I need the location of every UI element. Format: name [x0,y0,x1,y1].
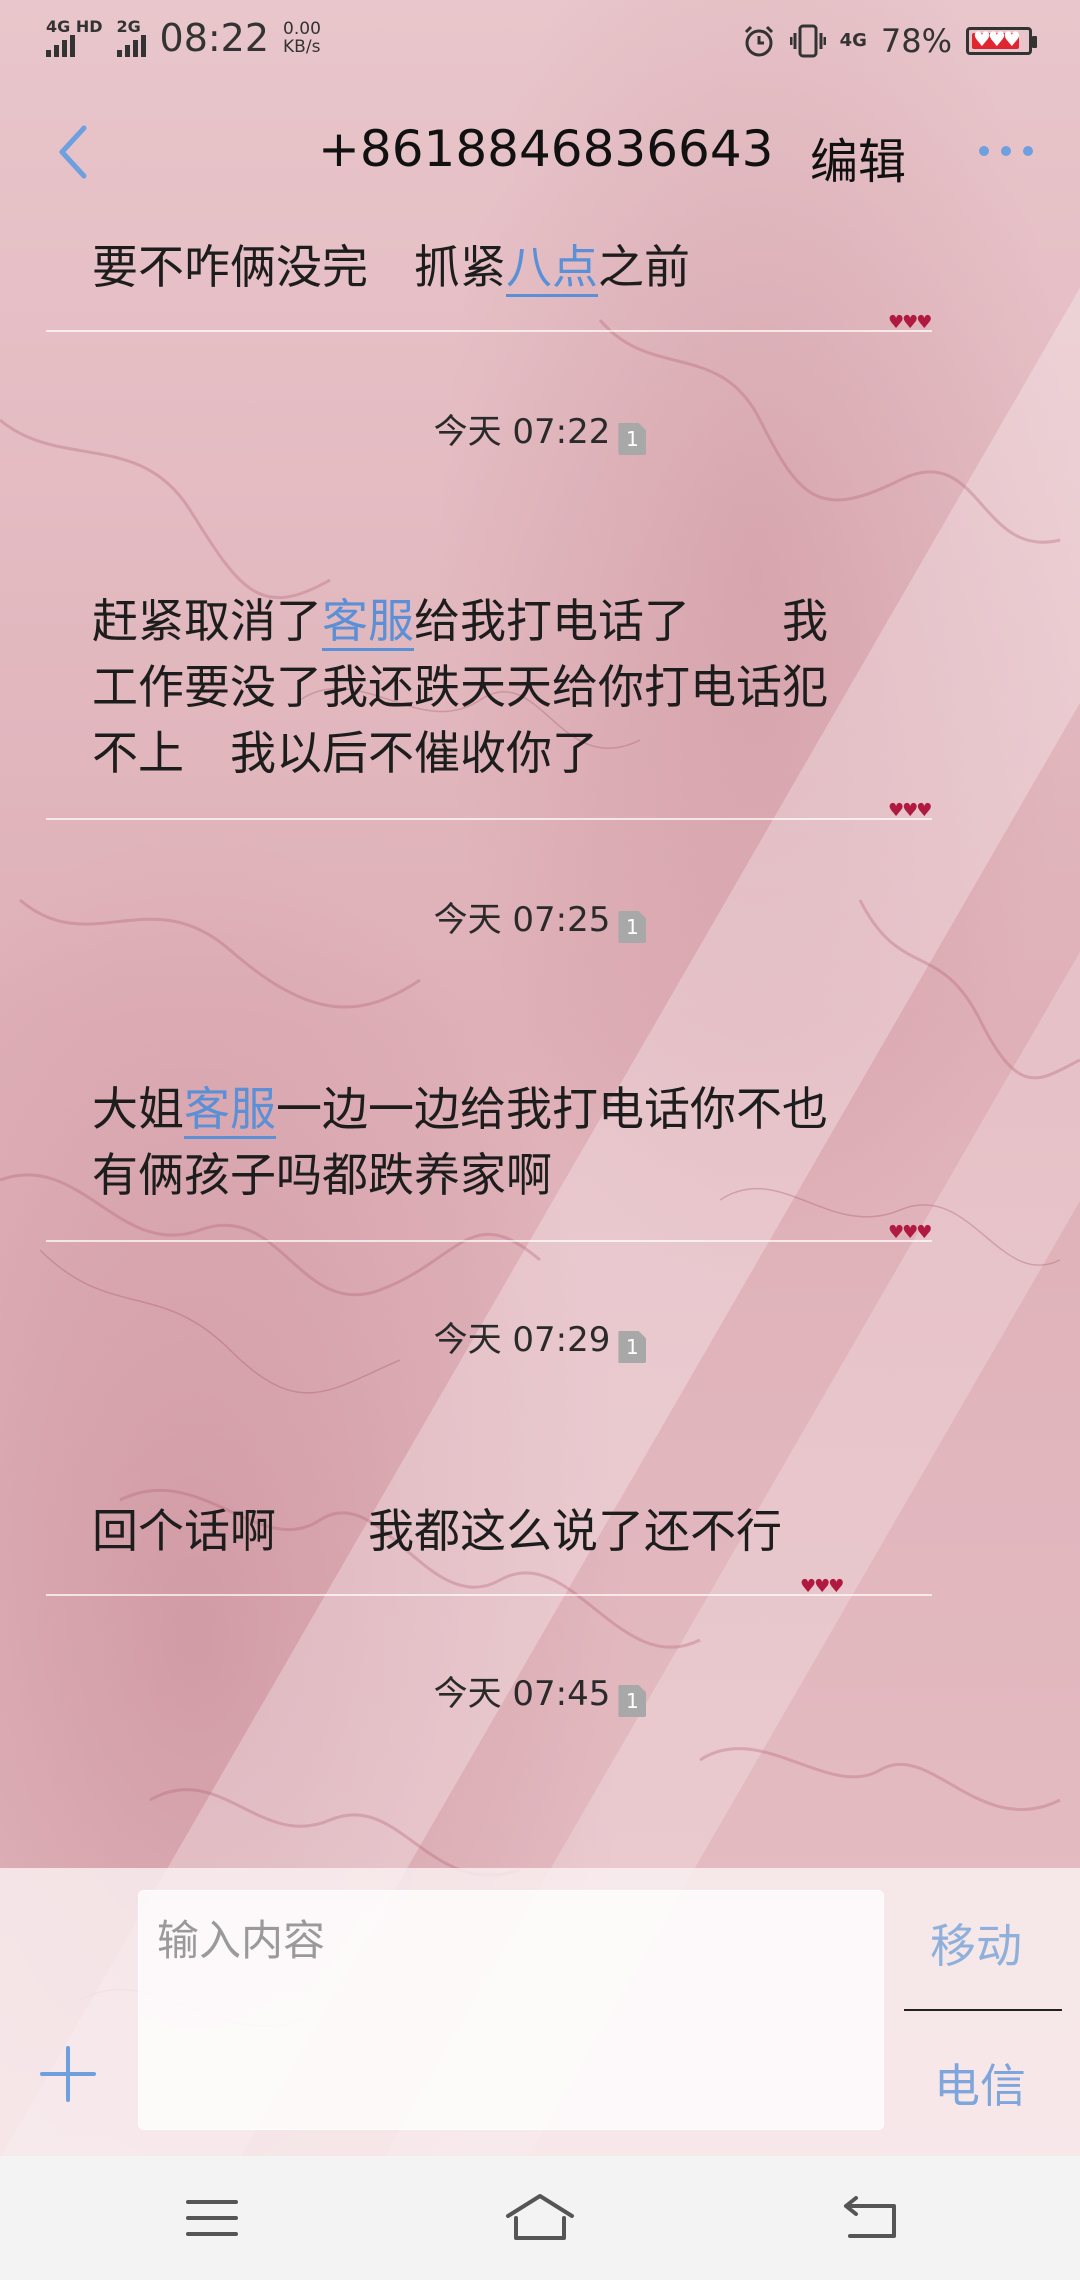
message-text: 赶紧取消了 [92,594,322,648]
message-link[interactable]: 八点 [506,240,598,297]
vibrate-icon [789,24,826,58]
timestamp-text: 今天 07:29 [433,1320,611,1360]
system-nav-bar [0,2156,1080,2280]
sim-card-icon: 1 [618,1331,647,1363]
battery-percent: 78% [880,22,952,60]
alarm-icon [744,25,773,57]
more-icon[interactable] [976,136,1036,166]
menu-icon[interactable] [182,2192,242,2244]
send-sim1-button[interactable]: 移动 [930,1910,1022,1976]
sim-card-icon: 1 [618,423,647,455]
message-divider [46,818,932,820]
message-bubble[interactable]: 要不咋俩没完 抓紧八点之前 [92,234,872,300]
conversation-header: +8618846836643 编辑 [0,84,1080,220]
message-text: 回个话啊 我都这么说了还不行 [92,1504,782,1558]
timestamp-text: 今天 07:22 [433,412,611,452]
network-type-3: 4G [839,30,867,51]
message-divider [46,1594,932,1596]
message-input[interactable]: 输入内容 [138,1890,884,2130]
message-bubble[interactable]: 回个话啊 我都这么说了还不行 [92,1498,872,1564]
signal-icon: 2G [116,17,146,57]
compose-bar: 输入内容 移动 电信 [0,1868,1080,2156]
message-text: 要不咋俩没完 抓紧 [92,240,506,294]
back-icon[interactable] [50,122,100,182]
message-divider [46,1240,932,1242]
network-type-1: 4G HD [46,17,103,36]
message-timestamp: 今天 07:45 1 [0,1666,1080,1717]
timestamp-text: 今天 07:25 [433,900,611,940]
add-icon[interactable] [38,2044,98,2104]
sim-card-icon: 1 [618,911,647,943]
message-divider [46,330,932,332]
status-time: 08:22 [159,16,270,60]
contact-title: +8618846836643 [318,120,774,178]
message-bubble[interactable]: 大姐客服一边一边给我打电话你不也有俩孩子吗都跌养家啊 [92,1076,872,1208]
message-link[interactable]: 客服 [322,594,414,651]
timestamp-text: 今天 07:45 [433,1674,611,1714]
message-timestamp: 今天 07:22 1 [0,404,1080,455]
message-bubble[interactable]: 赶紧取消了客服给我打电话了 我工作要没了我还跌天天给你打电话犯不上 我以后不催收… [92,588,872,786]
message-text: 之前 [598,240,690,294]
home-icon[interactable] [504,2192,576,2244]
network-speed: 0.00 KB/s [283,20,321,56]
battery-icon: ♥♥♥ [966,27,1037,55]
message-timestamp: 今天 07:25 1 [0,892,1080,943]
send-divider [904,2009,1062,2011]
message-timestamp: 今天 07:29 1 [0,1312,1080,1363]
message-text: 大姐 [92,1082,184,1136]
signal-icon: 4G HD [46,19,103,57]
edit-button[interactable]: 编辑 [810,122,906,192]
sim-card-icon: 1 [618,1685,647,1717]
back-nav-icon[interactable] [840,2192,900,2244]
speed-unit: KB/s [283,37,321,57]
status-bar: 4G HD 2G 08:22 0.00 KB/s 4G 78% ♥♥♥ [0,0,1080,84]
network-type-2: 2G [116,17,141,36]
speed-value: 0.00 [283,19,321,39]
send-sim2-button[interactable]: 电信 [934,2050,1026,2116]
message-link[interactable]: 客服 [184,1082,276,1139]
